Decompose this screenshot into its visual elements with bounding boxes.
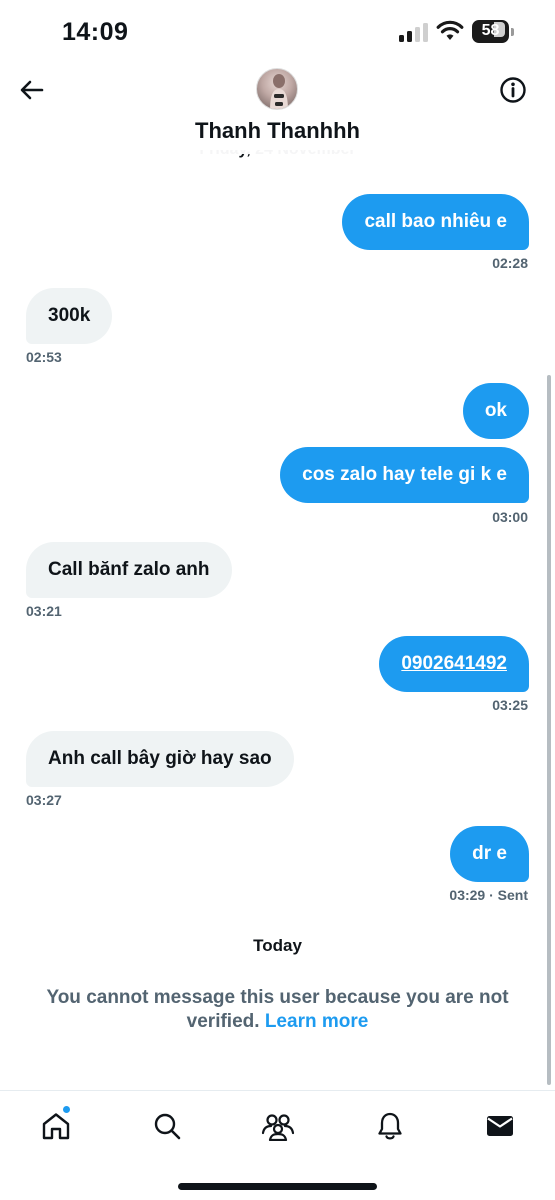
message-timestamp: 02:28 — [492, 255, 528, 271]
verification-notice: You cannot message this user because you… — [30, 986, 525, 1034]
contact-name[interactable]: Thanh Thanhhh — [0, 118, 555, 144]
scrollbar[interactable] — [547, 375, 551, 1085]
communities-icon — [261, 1114, 295, 1141]
status-bar: 14:09 58 — [0, 0, 555, 62]
message-bubble-sent[interactable]: dr e — [450, 826, 529, 882]
message-bubble-received[interactable]: Anh call bây giờ hay sao — [26, 731, 294, 787]
message-timestamp: 03:25 — [492, 697, 528, 713]
wifi-icon — [436, 20, 464, 42]
arrow-left-icon — [20, 80, 44, 100]
nav-messages[interactable] — [483, 1109, 517, 1143]
cellular-signal-icon — [399, 22, 429, 42]
info-button[interactable] — [497, 74, 529, 106]
message-bubble-received[interactable]: Call bănf zalo anh — [26, 542, 232, 598]
dm-conversation-screen: 14:09 58 Thanh Thanhhh call bao nhiêu e … — [0, 0, 555, 1200]
message-timestamp: 02:53 — [26, 349, 62, 365]
nav-communities[interactable] — [261, 1109, 295, 1143]
info-icon — [500, 77, 526, 103]
message-timestamp: 03:21 — [26, 603, 62, 619]
status-time: 14:09 — [62, 18, 129, 46]
home-icon — [42, 1113, 70, 1140]
battery-icon: 58 — [472, 20, 514, 43]
home-indicator — [178, 1183, 377, 1190]
message-timestamp-sent-status: 03:29 · Sent — [449, 887, 528, 903]
messages-icon — [487, 1116, 513, 1136]
nav-home[interactable] — [39, 1105, 73, 1143]
message-bubble-sent[interactable]: call bao nhiêu e — [342, 194, 529, 250]
search-icon — [154, 1113, 181, 1140]
avatar[interactable] — [256, 68, 298, 110]
message-bubble-sent[interactable]: 0902641492 — [379, 636, 529, 692]
conversation-header: Thanh Thanhhh — [0, 62, 555, 154]
learn-more-link[interactable]: Learn more — [265, 1011, 368, 1032]
message-timestamp: 03:27 — [26, 792, 62, 808]
date-separator-today: Today — [253, 936, 302, 955]
nav-notifications[interactable] — [373, 1109, 407, 1143]
back-button[interactable] — [16, 74, 48, 106]
notifications-icon — [378, 1112, 402, 1140]
message-timestamp: 03:00 — [492, 509, 528, 525]
nav-search[interactable] — [150, 1109, 184, 1143]
phone-number-link[interactable]: 0902641492 — [401, 653, 507, 674]
message-bubble-received[interactable]: 300k — [26, 288, 113, 344]
notification-dot — [62, 1105, 71, 1114]
battery-level: 58 — [481, 22, 500, 39]
message-bubble-sent[interactable]: ok — [462, 383, 529, 439]
message-bubble-sent[interactable]: cos zalo hay tele gi k e — [280, 447, 529, 503]
